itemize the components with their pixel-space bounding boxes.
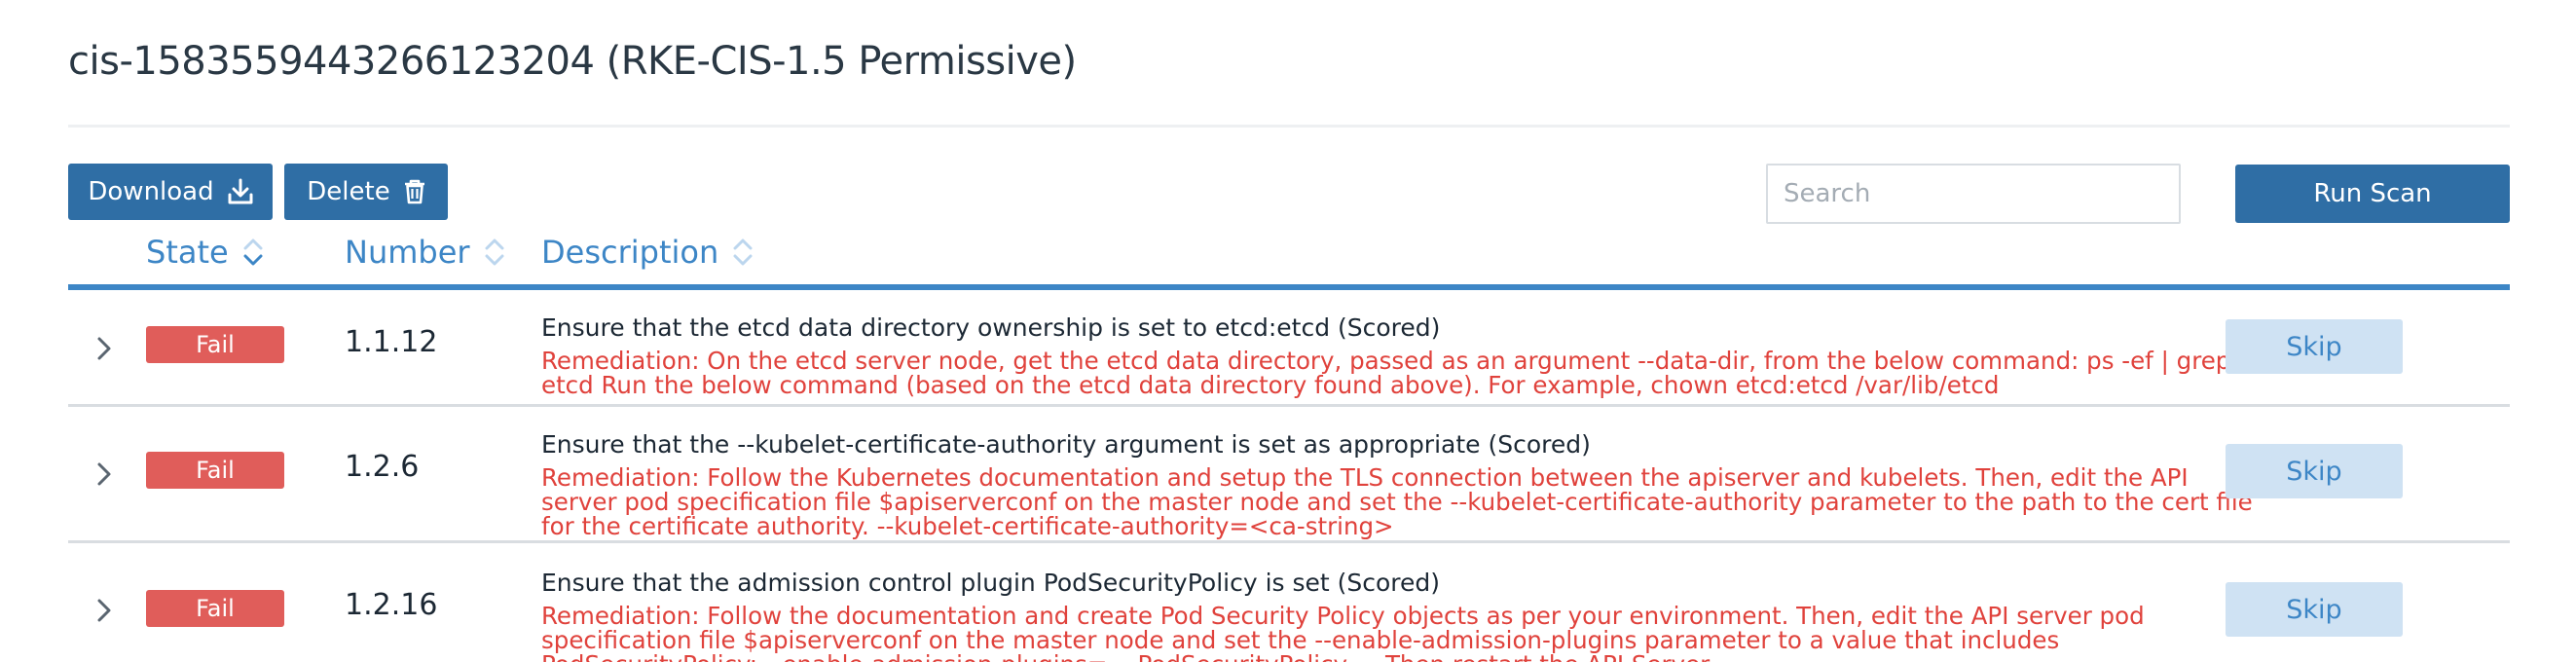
row-number: 1.2.16 (345, 588, 438, 622)
table-row: Fail 1.2.6 Ensure that the --kubelet-cer… (68, 407, 2510, 543)
sort-icon (485, 239, 504, 266)
column-header-number[interactable]: Number (345, 234, 505, 271)
run-scan-button-label: Run Scan (2313, 179, 2432, 208)
status-badge: Fail (146, 326, 284, 363)
row-remediation: Remediation: Follow the Kubernetes docum… (541, 463, 2253, 540)
column-header-state[interactable]: State (146, 234, 264, 271)
run-scan-button[interactable]: Run Scan (2235, 165, 2510, 223)
row-description: Ensure that the --kubelet-certificate-au… (541, 430, 1591, 459)
row-description: Ensure that the admission control plugin… (541, 569, 1441, 597)
title-divider (68, 125, 2510, 128)
row-number: 1.2.6 (345, 450, 420, 484)
chevron-right-icon[interactable] (95, 597, 113, 624)
download-icon (228, 178, 253, 204)
page-title: cis-1583559443266123204 (RKE-CIS-1.5 Per… (68, 39, 1077, 84)
delete-button-label: Delete (307, 177, 390, 206)
download-button[interactable]: Download (68, 164, 273, 220)
cis-scan-detail-page: cis-1583559443266123204 (RKE-CIS-1.5 Per… (68, 0, 2510, 662)
column-header-description[interactable]: Description (541, 234, 754, 271)
row-number: 1.1.12 (345, 325, 438, 359)
column-header-state-label: State (146, 234, 229, 271)
sort-icon (243, 239, 263, 266)
row-remediation: Remediation: On the etcd server node, ge… (541, 347, 2231, 399)
skip-button[interactable]: Skip (2226, 582, 2403, 637)
column-header-description-label: Description (541, 234, 719, 271)
delete-button[interactable]: Delete (284, 164, 448, 220)
download-button-label: Download (88, 177, 214, 206)
column-header-number-label: Number (345, 234, 470, 271)
chevron-right-icon[interactable] (95, 335, 113, 362)
sort-icon (733, 239, 753, 266)
search-input[interactable] (1766, 164, 2181, 224)
chevron-right-icon[interactable] (95, 460, 113, 488)
skip-button[interactable]: Skip (2226, 319, 2403, 374)
status-badge: Fail (146, 452, 284, 489)
table-row: Fail 1.2.16 Ensure that the admission co… (68, 543, 2510, 662)
status-badge: Fail (146, 590, 284, 627)
row-remediation: Remediation: Follow the documentation an… (541, 602, 2145, 662)
row-description: Ensure that the etcd data directory owne… (541, 313, 1441, 342)
skip-button[interactable]: Skip (2226, 444, 2403, 498)
trash-icon (404, 179, 424, 204)
table-row: Fail 1.1.12 Ensure that the etcd data di… (68, 290, 2510, 407)
